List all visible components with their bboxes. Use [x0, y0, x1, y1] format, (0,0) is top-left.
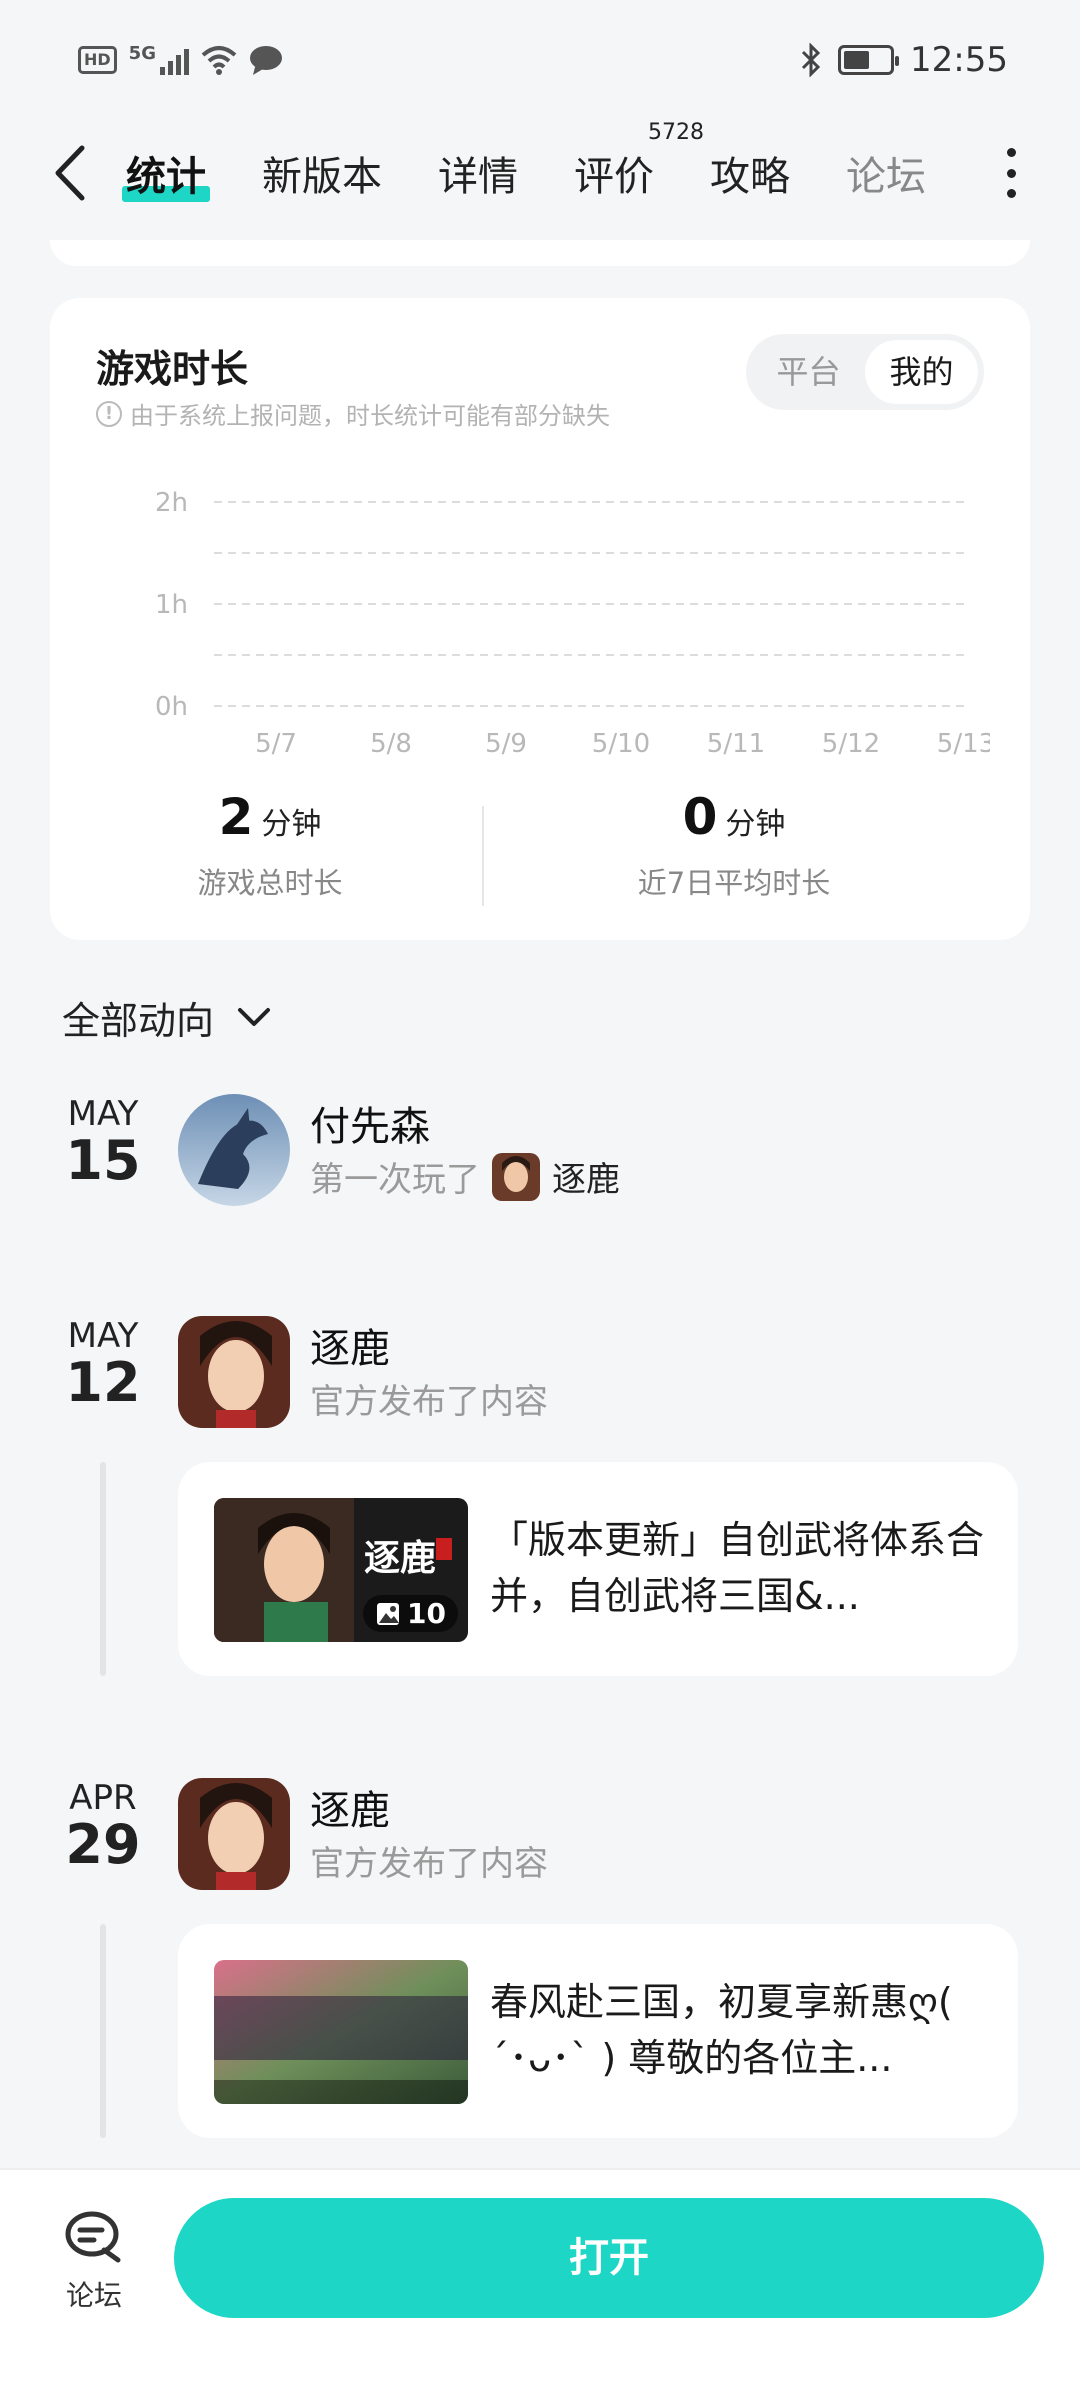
feed-action: 官方发布了内容	[310, 1844, 548, 1884]
y-tick-label: 1h	[155, 590, 188, 620]
signal-icon	[159, 45, 189, 75]
avatar[interactable]	[178, 1316, 290, 1428]
timeline-line	[100, 1462, 106, 1676]
status-left: HD 5G	[78, 42, 283, 75]
toggle-mine[interactable]: 我的	[865, 340, 978, 404]
tab-details[interactable]: 详情	[438, 144, 518, 202]
avg-playtime-value: 0	[682, 788, 718, 846]
playtime-title: 游戏时长	[96, 347, 249, 391]
activity-filter-label: 全部动向	[62, 999, 215, 1043]
feed-item[interactable]: MAY 15 付先森 第一次玩了 逐鹿	[0, 1094, 1080, 1244]
network-type: 5G	[128, 42, 156, 64]
playtime-note-text: 由于系统上报问题，时长统计可能有部分缺失	[130, 402, 610, 430]
top-nav: 统计 新版本 详情 评价 5728 攻略 论坛	[0, 120, 1080, 226]
x-tick-label: 5/8	[370, 729, 412, 759]
wifi-icon	[201, 46, 237, 75]
feed-date: MAY 12	[46, 1316, 160, 1410]
feed-item: APR 29 逐鹿 官方发布了内容 春风赴三国，初夏享新惠ღ( ´･ᴗ･` ) …	[0, 1778, 1080, 2138]
forum-label: 论坛	[65, 2279, 122, 2312]
game-icon	[492, 1152, 540, 1201]
back-arrow-icon[interactable]	[48, 142, 92, 204]
y-tick-label: 2h	[155, 488, 188, 518]
previous-card-edge	[50, 240, 1030, 266]
feed-month: MAY	[67, 1316, 139, 1356]
tab-bar: 统计 新版本 详情 评价 5728 攻略 论坛	[122, 120, 982, 226]
tab-reviews[interactable]: 评价 5728	[574, 120, 704, 202]
feed-item: MAY 12 逐鹿 官方发布了内容 逐鹿 10 「版本更新」自创武将体系合并，自…	[0, 1316, 1080, 1676]
post-title: 春风赴三国，初夏享新惠ღ( ´･ᴗ･` ) 尊敬的各位主...	[490, 1980, 953, 2080]
tab-reviews-label: 评价	[574, 154, 654, 200]
tab-forum[interactable]: 论坛	[846, 144, 926, 202]
x-tick-label: 5/13	[937, 729, 990, 759]
forum-icon	[65, 2211, 121, 2263]
more-menu-icon[interactable]	[1006, 148, 1016, 198]
activity-filter[interactable]: 全部动向	[62, 990, 272, 1045]
info-icon: !	[96, 400, 122, 427]
x-tick-label: 5/10	[592, 729, 650, 759]
post-card[interactable]: 春风赴三国，初夏享新惠ღ( ´･ᴗ･` ) 尊敬的各位主...	[178, 1924, 1018, 2138]
status-right: 12:55	[800, 40, 1008, 80]
avg-playtime: 0 分钟 近7日平均时长	[484, 788, 984, 902]
feed-day: 29	[65, 1813, 141, 1876]
x-tick-label: 5/9	[485, 729, 527, 759]
review-count-badge: 5728	[648, 120, 704, 145]
feed-date: APR 29	[46, 1778, 160, 1872]
message-icon	[249, 46, 282, 75]
x-tick-label: 5/7	[255, 729, 297, 759]
total-playtime-unit: 分钟	[261, 807, 322, 842]
playtime-card: 游戏时长 ! 由于系统上报问题，时长统计可能有部分缺失 平台 我的 2h 1h 0h…	[50, 298, 1030, 940]
avg-playtime-label: 近7日平均时长	[637, 866, 831, 900]
toggle-platform[interactable]: 平台	[752, 340, 865, 404]
total-playtime-label: 游戏总时长	[197, 866, 343, 900]
bottom-bar: 论坛 打开	[0, 2168, 1080, 2388]
x-tick-label: 5/12	[822, 729, 880, 759]
post-thumbnail[interactable]: 逐鹿 10	[214, 1498, 468, 1642]
game-logo-text: 逐鹿	[364, 1537, 436, 1579]
avg-playtime-unit: 分钟	[725, 807, 786, 842]
chevron-down-icon	[238, 1007, 271, 1026]
tab-new-version[interactable]: 新版本	[262, 144, 382, 202]
avatar[interactable]	[178, 1778, 290, 1890]
post-thumbnail[interactable]	[214, 1960, 468, 2104]
total-playtime-value: 2	[218, 788, 254, 846]
feed-day: 12	[65, 1351, 141, 1414]
hd-icon: HD	[78, 46, 117, 74]
feed-user-name[interactable]: 付先森	[310, 1094, 430, 1152]
battery-icon	[838, 45, 900, 75]
feed-user-name[interactable]: 逐鹿	[310, 1316, 390, 1374]
x-tick-label: 5/11	[707, 729, 765, 759]
forum-button[interactable]: 论坛	[54, 2210, 134, 2314]
playtime-chart: 2h 1h 0h 5/7 5/8 5/9 5/10 5/11 5/12 5/13	[155, 488, 990, 759]
feed-action: 官方发布了内容	[310, 1382, 548, 1422]
feed-date: MAY 15	[46, 1094, 160, 1188]
avatar[interactable]	[178, 1094, 290, 1206]
feed-day: 15	[65, 1129, 141, 1192]
open-button[interactable]: 打开	[174, 2198, 1044, 2318]
feed-action: 第一次玩了	[310, 1160, 480, 1200]
image-count-badge: 10	[363, 1595, 458, 1632]
image-count: 10	[407, 1597, 446, 1630]
timeline-line	[100, 1924, 106, 2138]
y-tick-label: 0h	[155, 692, 188, 722]
feed-user-name[interactable]: 逐鹿	[310, 1778, 390, 1836]
feed-month: MAY	[67, 1094, 139, 1134]
tab-stats[interactable]: 统计	[122, 144, 210, 202]
post-title: 「版本更新」自创武将体系合并，自创武将三国&...	[490, 1518, 985, 1618]
tab-guides[interactable]: 攻略	[710, 144, 790, 202]
feed-activity: 第一次玩了 逐鹿	[310, 1152, 620, 1201]
feed-game-name[interactable]: 逐鹿	[552, 1152, 620, 1201]
clock: 12:55	[910, 40, 1008, 80]
bluetooth-icon	[801, 43, 821, 77]
image-icon	[377, 1602, 400, 1625]
playtime-note: ! 由于系统上报问题，时长统计可能有部分缺失	[96, 396, 610, 431]
feed-month: APR	[69, 1778, 137, 1818]
scope-toggle: 平台 我的	[746, 334, 984, 410]
status-bar: HD 5G 12:55	[0, 0, 1080, 120]
post-card[interactable]: 逐鹿 10 「版本更新」自创武将体系合并，自创武将三国&...	[178, 1462, 1018, 1676]
total-playtime: 2 分钟 游戏总时长	[50, 788, 490, 902]
